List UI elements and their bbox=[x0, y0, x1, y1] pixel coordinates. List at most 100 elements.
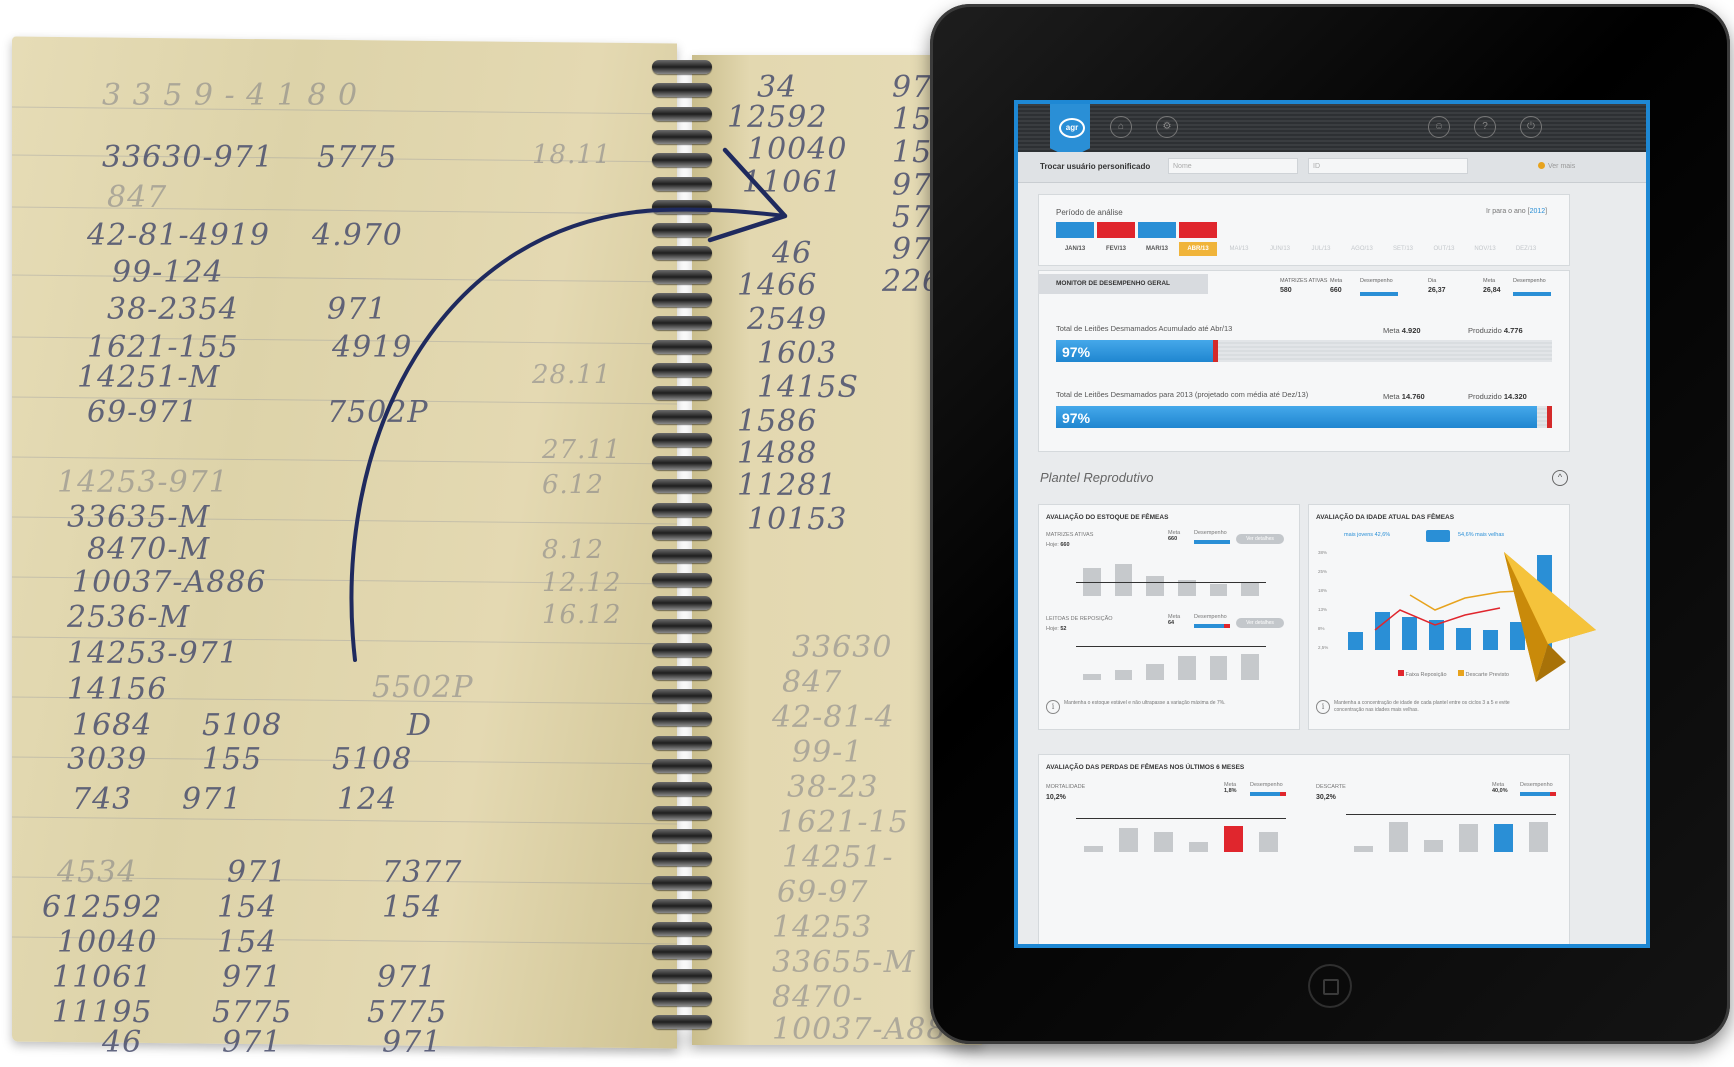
impersonation-label: Trocar usuário personificado bbox=[1040, 162, 1151, 171]
chart-bar bbox=[1528, 822, 1549, 852]
age-toggle[interactable] bbox=[1426, 530, 1450, 542]
notification-badge[interactable]: Ver mais bbox=[1538, 162, 1575, 170]
card2-footnote: Mantenha a concentração de idade de cada… bbox=[1334, 700, 1510, 713]
progress2-fill: 97% bbox=[1056, 406, 1537, 428]
month-dez-13[interactable]: DEZ/13 bbox=[1507, 222, 1545, 258]
month-mai-13[interactable]: MAI/13 bbox=[1220, 222, 1258, 258]
home-icon[interactable]: ⌂ bbox=[1110, 116, 1132, 138]
handwritten-entry: 3039 bbox=[67, 742, 148, 777]
kpi-dia-desempenho-bar bbox=[1513, 292, 1551, 296]
info-icon[interactable]: i bbox=[1316, 700, 1330, 714]
details-button-2[interactable]: Ver detalhes bbox=[1236, 618, 1284, 628]
chart-bar bbox=[1223, 826, 1244, 852]
progress2-percent: 97% bbox=[1062, 410, 1091, 426]
month-label: JUN/13 bbox=[1269, 246, 1290, 252]
kpi-dia-desempenho-label: Desempenho bbox=[1513, 278, 1546, 284]
chart-bar bbox=[1388, 822, 1409, 852]
progress2-marker bbox=[1547, 406, 1552, 428]
month-set-13[interactable]: SET/13 bbox=[1384, 222, 1422, 258]
chart-bar bbox=[1258, 832, 1279, 852]
kpi-dia-meta: Meta 26,84 bbox=[1483, 278, 1501, 294]
logout-icon[interactable]: ⏻ bbox=[1520, 116, 1542, 138]
handwritten-entry: 4534 bbox=[57, 855, 138, 890]
month-jul-13[interactable]: JUL/13 bbox=[1302, 222, 1340, 258]
y-axis-tick: 13% bbox=[1318, 607, 1328, 612]
chart-bar bbox=[1188, 842, 1209, 852]
handwritten-entry: 14253-971 bbox=[67, 636, 239, 671]
younger-share: mais jovens 42,6% bbox=[1344, 532, 1391, 538]
descarte-meta: Meta 40,0% bbox=[1492, 782, 1508, 794]
year-link[interactable]: 2012 bbox=[1530, 208, 1546, 215]
handwritten-entry: 8470-M bbox=[87, 532, 211, 567]
spiral-coil bbox=[652, 60, 712, 74]
handwritten-entry: 5108 bbox=[202, 708, 283, 743]
progress2-produzido: Produzido 14.320 bbox=[1468, 392, 1527, 401]
user-icon[interactable]: ☺ bbox=[1428, 116, 1450, 138]
user-id-field[interactable]: ID bbox=[1308, 158, 1468, 174]
collapse-icon[interactable]: ^ bbox=[1552, 470, 1568, 486]
y-axis-tick: 8% bbox=[1318, 626, 1325, 631]
progress2-meta: Meta 14.760 bbox=[1383, 392, 1425, 401]
progress2-track: 97% bbox=[1056, 406, 1552, 428]
progress1-percent: 97% bbox=[1062, 344, 1091, 360]
handwritten-entry: 42-81-4919 bbox=[87, 218, 270, 253]
details-button[interactable]: Ver detalhes bbox=[1236, 534, 1284, 544]
month-nov-13[interactable]: NOV/13 bbox=[1466, 222, 1504, 258]
progress1-label: Total de Leitões Desmamados Acumulado at… bbox=[1056, 324, 1233, 333]
card1-sub1-value: Hoje: 660 bbox=[1046, 542, 1070, 548]
mortalidade-bar bbox=[1250, 792, 1280, 796]
handwritten-entry: 971 bbox=[182, 782, 243, 817]
spiral-coil bbox=[652, 83, 712, 98]
plantel-section-title: Plantel Reprodutivo bbox=[1040, 470, 1154, 485]
year-selector[interactable]: Ir para o ano [2012] bbox=[1486, 208, 1547, 215]
user-name-field[interactable]: Nome bbox=[1168, 158, 1298, 174]
handwritten-entry: 154 bbox=[217, 890, 278, 925]
spiral-coil bbox=[652, 945, 712, 960]
handwritten-entry: 38-23 bbox=[787, 770, 879, 805]
month-label: ABR/13 bbox=[1179, 242, 1217, 256]
handwritten-entry: 124 bbox=[337, 782, 398, 817]
spiral-coil bbox=[652, 828, 712, 843]
spiral-coil bbox=[652, 1015, 712, 1030]
handwritten-entry: 971 bbox=[382, 1025, 443, 1060]
month-label: MAI/13 bbox=[1229, 246, 1249, 252]
chart-bar bbox=[1241, 654, 1259, 680]
chart-bar bbox=[1146, 664, 1164, 680]
home-button[interactable] bbox=[1308, 964, 1352, 1008]
month-fev-13[interactable]: FEV/13 bbox=[1097, 222, 1135, 258]
handwritten-entry: 99-124 bbox=[112, 255, 224, 290]
card1-sub2-meta: Meta 64 bbox=[1168, 614, 1181, 626]
month-abr-13[interactable]: ABR/13 bbox=[1179, 222, 1217, 258]
month-status-bar bbox=[1179, 222, 1217, 238]
spiral-coil bbox=[652, 852, 712, 867]
month-jun-13[interactable]: JUN/13 bbox=[1261, 222, 1299, 258]
settings-icon[interactable]: ⚙ bbox=[1156, 116, 1178, 138]
legend-faixa-reposicao: Faixa Reposição bbox=[1398, 670, 1447, 678]
descarte-alert bbox=[1550, 792, 1556, 796]
chart-bar bbox=[1153, 832, 1174, 852]
dashboard-app: agr ⌂ ⚙ ☺ ? ⏻ Trocar usuário personifica… bbox=[1018, 104, 1646, 944]
card1-sub1-desempenho-bar bbox=[1194, 540, 1230, 544]
month-jan-13[interactable]: JAN/13 bbox=[1056, 222, 1094, 258]
info-icon[interactable]: i bbox=[1046, 700, 1060, 714]
chart-bar bbox=[1241, 582, 1259, 596]
mortalidade-value: 10,2% bbox=[1046, 794, 1066, 801]
monitor-tab[interactable]: MONITOR DE DESEMPENHO GERAL bbox=[1038, 274, 1208, 294]
chart-bar bbox=[1353, 846, 1374, 852]
month-status-bar bbox=[1056, 222, 1094, 238]
month-ago-13[interactable]: AGO/13 bbox=[1343, 222, 1381, 258]
app-logo[interactable]: agr bbox=[1050, 104, 1090, 158]
period-title: Período de análise bbox=[1056, 208, 1123, 217]
leitoas-reposicao-chart bbox=[1076, 640, 1266, 680]
month-label: JUL/13 bbox=[1311, 246, 1331, 252]
y-axis-tick: 38% bbox=[1318, 550, 1328, 555]
help-icon[interactable]: ? bbox=[1474, 116, 1496, 138]
spiral-coil bbox=[652, 735, 712, 750]
spiral-coil bbox=[652, 968, 712, 983]
card1-title: AVALIAÇÃO DO ESTOQUE DE FÊMEAS bbox=[1046, 514, 1169, 521]
mortalidade-meta: Meta 1,8% bbox=[1224, 782, 1237, 794]
month-out-13[interactable]: OUT/13 bbox=[1425, 222, 1463, 258]
descarte-label: DESCARTE bbox=[1316, 784, 1346, 790]
month-mar-13[interactable]: MAR/13 bbox=[1138, 222, 1176, 258]
user-impersonation-bar: Trocar usuário personificado Nome ID Ver… bbox=[1018, 152, 1646, 183]
